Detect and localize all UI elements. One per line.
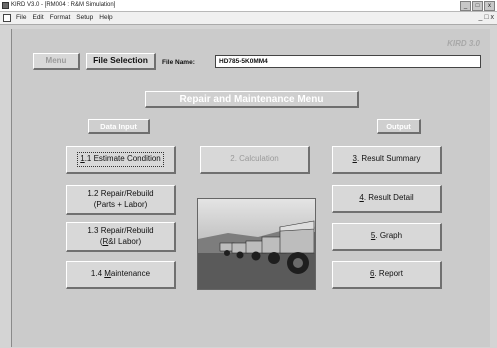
- brand-label: KIRD 3.0: [447, 39, 480, 48]
- graph-label: 5. Graph: [370, 231, 403, 241]
- maintenance-label: 1.4 Maintenance: [90, 269, 151, 279]
- menu-format[interactable]: Format: [50, 12, 71, 24]
- estimate-condition-button[interactable]: 1.1 Estimate Condition: [66, 146, 176, 174]
- result-summary-label: 3. Result Summary: [352, 154, 421, 164]
- menu-file[interactable]: File: [16, 12, 26, 24]
- app-icon: [2, 2, 9, 9]
- main-panel: KIRD 3.0 Menu File Selection File Name: …: [11, 29, 490, 347]
- repair-rebuild-parts-labor-button[interactable]: 1.2 Repair/Rebuild (Parts + Labor): [66, 185, 176, 215]
- repair-rebuild-ri-labor-button[interactable]: 1.3 Repair/Rebuild (R&I Labor): [66, 222, 176, 252]
- menu-help[interactable]: Help: [99, 12, 112, 24]
- repair-rebuild-ri-labor-label: 1.3 Repair/Rebuild (R&I Labor): [87, 226, 154, 246]
- output-label: Output: [377, 119, 421, 134]
- calculation-button[interactable]: 2. Calculation: [200, 146, 310, 174]
- file-name-label: File Name:: [162, 59, 195, 66]
- graph-button[interactable]: 5. Graph: [332, 223, 442, 251]
- title-bar: KIRD V3.0 - [RM004 : R&M Simulation] _ □…: [0, 0, 497, 12]
- close-button[interactable]: x: [484, 1, 495, 11]
- result-detail-button[interactable]: 4. Result Detail: [332, 185, 442, 213]
- file-name-field[interactable]: HD785-5K0MM4: [215, 55, 481, 68]
- result-summary-button[interactable]: 3. Result Summary: [332, 146, 442, 174]
- data-input-label: Data Input: [88, 119, 150, 134]
- minimize-button[interactable]: _: [460, 1, 471, 11]
- report-label: 6. Report: [370, 269, 403, 279]
- maximize-button[interactable]: □: [472, 1, 483, 11]
- result-detail-label: 4. Result Detail: [359, 193, 414, 203]
- maintenance-button[interactable]: 1.4 Maintenance: [66, 261, 176, 289]
- document-icon[interactable]: [3, 14, 11, 22]
- menu-setup[interactable]: Setup: [76, 12, 93, 24]
- window-title: KIRD V3.0 - [RM004 : R&M Simulation]: [11, 2, 116, 8]
- menu-edit[interactable]: Edit: [32, 12, 43, 24]
- report-button[interactable]: 6. Report: [332, 261, 442, 289]
- mdi-window-controls[interactable]: _ □ x: [478, 14, 494, 21]
- repair-rebuild-parts-labor-label: 1.2 Repair/Rebuild (Parts + Labor): [87, 189, 154, 209]
- window-controls: _ □ x: [460, 1, 495, 11]
- menu-button[interactable]: Menu: [33, 53, 80, 70]
- file-selection-button[interactable]: File Selection: [86, 53, 156, 70]
- page-title: Repair and Maintenance Menu: [145, 91, 359, 108]
- mining-trucks-photo: [197, 198, 316, 290]
- menu-bar: File Edit Format Setup Help _ □ x: [0, 12, 497, 25]
- estimate-condition-label: 1.1 Estimate Condition: [77, 152, 164, 167]
